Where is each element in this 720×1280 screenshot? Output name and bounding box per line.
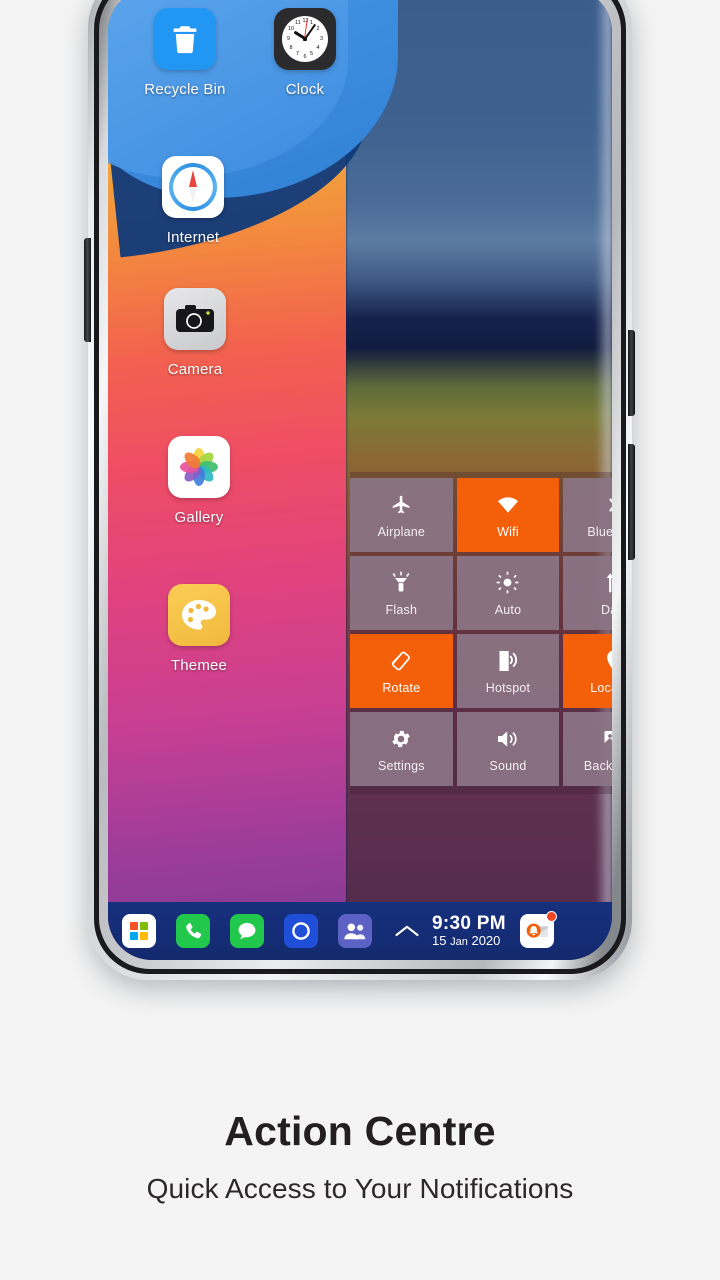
trash-icon: [154, 8, 216, 70]
notification-badge: [545, 911, 557, 922]
clock-year: 2020: [471, 932, 501, 948]
quick-tile-label: Data: [601, 602, 612, 617]
quick-tile-wifi[interactable]: Wifi: [456, 478, 560, 552]
wifi-icon: [496, 492, 520, 518]
volume-button-right[interactable]: [628, 444, 635, 560]
quick-tile-rotate[interactable]: Rotate: [350, 634, 453, 708]
desktop-icon-label: Internet: [166, 229, 220, 246]
cortana-ring-icon[interactable]: [284, 914, 318, 948]
phone-inner-frame: Recycle Bin 12 1 2 3 4 5 6: [99, 0, 621, 969]
phone-bezel: Recycle Bin 12 1 2 3 4 5 6: [94, 0, 626, 974]
hotspot-icon: [497, 648, 519, 674]
brightness-icon: [496, 570, 520, 596]
quick-tile-label: Auto: [494, 602, 522, 617]
clock-face: 12 1 2 3 4 5 6 7 8 9 10: [282, 16, 328, 62]
notification-bell-icon[interactable]: [519, 911, 557, 948]
quick-tile-label: Backgrond: [583, 758, 612, 773]
phone-frame: Recycle Bin 12 1 2 3 4 5 6: [88, 0, 632, 980]
bluetooth-icon: [605, 492, 612, 518]
start-tiles: [129, 921, 149, 941]
quick-tile-sound[interactable]: Sound: [456, 712, 560, 786]
image-icon: [603, 726, 612, 752]
clock-day: 15: [432, 932, 447, 948]
caption-block: Action Centre Quick Access to Your Notif…: [0, 1108, 720, 1205]
taskbar-clock[interactable]: 9:30 PM 15 Jan 2020: [432, 912, 506, 949]
phone-icon[interactable]: [176, 914, 210, 948]
quick-tile-auto-brightness[interactable]: Auto: [456, 556, 560, 630]
flower-petals: [178, 446, 220, 488]
chevron-up-icon[interactable]: [392, 914, 422, 948]
camera-icon: [164, 288, 226, 350]
clock-month: Jan: [450, 935, 468, 948]
speaker-icon: [496, 726, 520, 752]
desktop-icon-label: Clock: [285, 81, 325, 98]
phone-screen: Recycle Bin 12 1 2 3 4 5 6: [108, 0, 612, 960]
palette-icon: [168, 584, 230, 646]
page-title: Action Centre: [224, 1108, 496, 1154]
quick-tile-label: Sound: [489, 758, 527, 773]
people-icon[interactable]: [338, 914, 372, 948]
windows-start-icon[interactable]: [122, 914, 156, 948]
quick-tile-label: Settings: [377, 758, 425, 773]
photos-flower-icon: [168, 436, 230, 498]
rotate-icon: [389, 648, 413, 674]
desktop-icon-label: Themee: [170, 657, 228, 674]
quick-tile-label: Bluetooth: [587, 524, 612, 539]
quick-tile-data[interactable]: Data: [563, 556, 612, 630]
quick-tile-label: Location: [590, 680, 612, 695]
page-subtitle: Quick Access to Your Notifications: [146, 1173, 574, 1204]
desktop-icon-themee[interactable]: Themee: [144, 584, 254, 674]
quick-tile-bluetooth[interactable]: Bluetooth: [563, 478, 612, 552]
quick-tile-background[interactable]: Backgrond: [563, 712, 612, 786]
action-centre-panel: Airplane Wifi Blue Flash Auto D Rotate H…: [350, 472, 612, 794]
quick-tile-label: Flash: [385, 602, 418, 617]
power-button[interactable]: [628, 330, 635, 416]
desktop-icon-label: Camera: [167, 361, 223, 378]
clock-icon: 12 1 2 3 4 5 6 7 8 9 10: [274, 8, 336, 70]
compass-icon: [162, 156, 224, 218]
quick-tile-airplane[interactable]: Airplane: [350, 478, 453, 552]
quick-tile-flash[interactable]: Flash: [350, 556, 453, 630]
clock-time: 9:30 PM: [432, 912, 506, 934]
volume-button-left[interactable]: [84, 238, 91, 342]
message-bubble-icon[interactable]: [230, 914, 264, 948]
quick-tile-label: Hotspot: [485, 680, 531, 695]
desktop-icon-camera[interactable]: Camera: [140, 288, 250, 378]
desktop-icon-label: Recycle Bin: [144, 81, 226, 98]
desktop-icon-gallery[interactable]: Gallery: [144, 436, 254, 526]
quick-tile-label: Airplane: [377, 524, 426, 539]
clock-date: 15 Jan 2020: [432, 932, 506, 949]
quick-tile-settings[interactable]: Settings: [350, 712, 453, 786]
quick-tile-location[interactable]: Location: [563, 634, 612, 708]
compass-dial: [169, 163, 217, 211]
taskbar: 9:30 PM 15 Jan 2020: [108, 902, 612, 960]
desktop-icon-clock[interactable]: 12 1 2 3 4 5 6 7 8 9 10: [250, 8, 360, 98]
desktop-icon-label: Gallery: [174, 509, 224, 526]
quick-tile-label: Rotate: [382, 680, 421, 695]
page-root: Recycle Bin 12 1 2 3 4 5 6: [0, 0, 720, 1280]
gear-icon: [390, 726, 412, 752]
desktop-icon-internet[interactable]: Internet: [138, 156, 248, 246]
quick-tile-label: Wifi: [497, 524, 519, 539]
desktop-icon-recycle-bin[interactable]: Recycle Bin: [130, 8, 240, 98]
data-arrows-icon: [604, 570, 612, 596]
flashlight-icon: [391, 570, 411, 596]
location-pin-icon: [605, 648, 612, 674]
airplane-icon: [391, 492, 412, 518]
quick-tile-hotspot[interactable]: Hotspot: [456, 634, 560, 708]
